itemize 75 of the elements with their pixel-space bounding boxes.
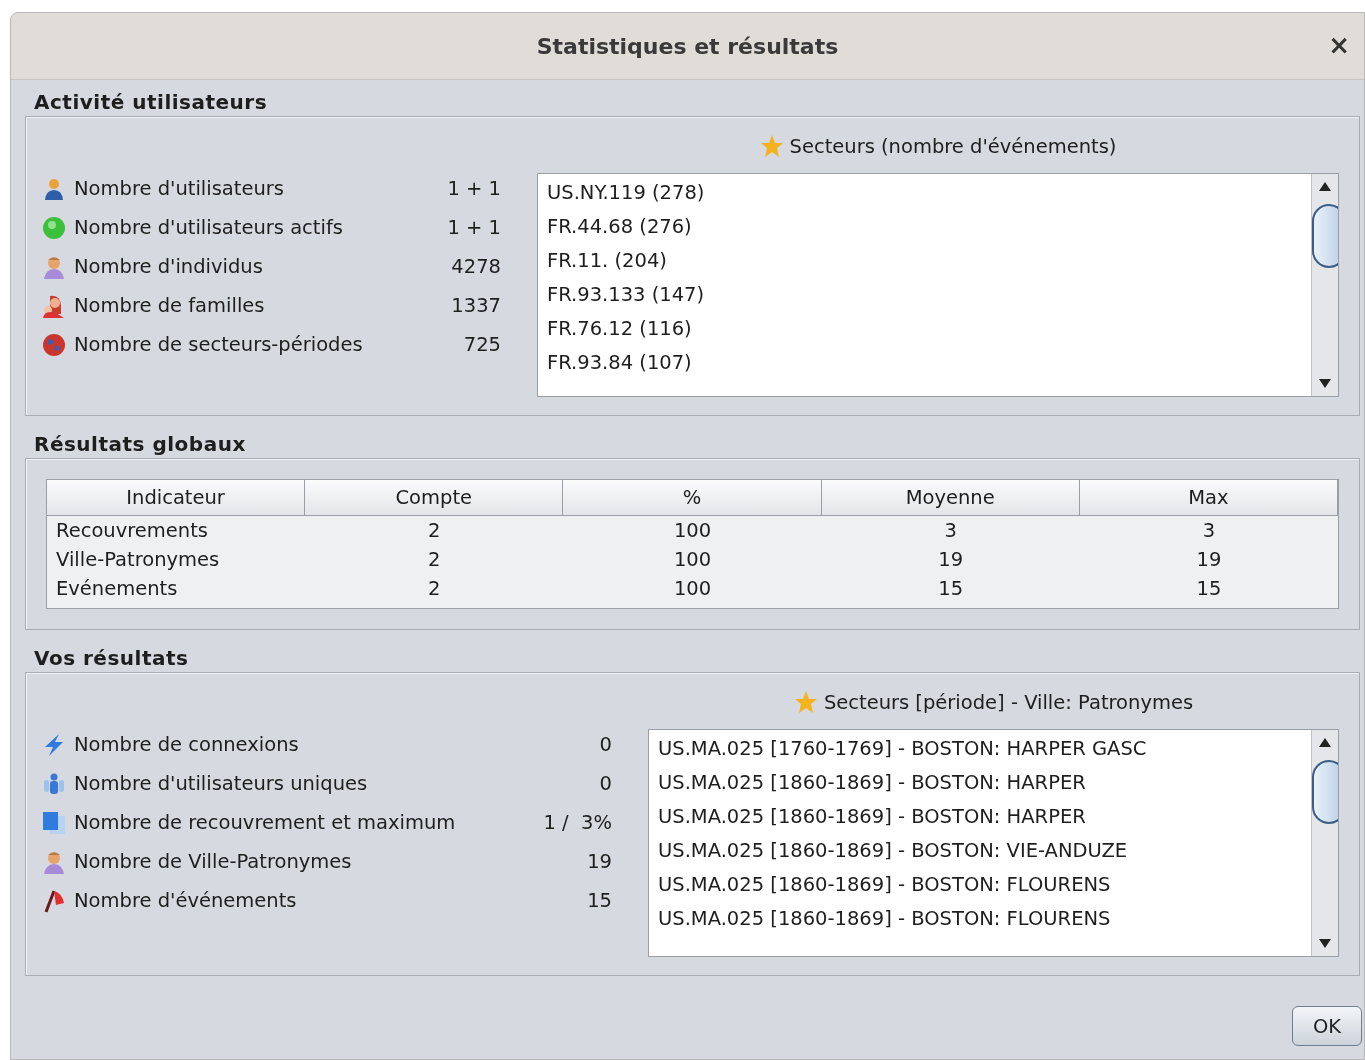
stat-label: Nombre de secteurs-périodes: [74, 333, 363, 356]
stat-value: 4278: [450, 254, 501, 280]
list-item[interactable]: FR.93.84 (107): [547, 346, 1302, 380]
scroll-thumb[interactable]: [1312, 204, 1338, 268]
stat-label: Nombre d'individus: [74, 255, 263, 278]
stat-label: Nombre d'utilisateurs uniques: [74, 772, 368, 795]
list-item[interactable]: FR.11. (204): [547, 244, 1302, 278]
globe-icon: [42, 332, 66, 357]
table-cell-text: 2: [427, 547, 442, 573]
table-cell-text: 15: [1195, 576, 1223, 602]
list-item[interactable]: FR.76.12 (116): [547, 312, 1302, 346]
list-title: Secteurs (nombre d'événements): [789, 134, 1117, 158]
table-cell-text: 3: [943, 518, 958, 544]
stat-value: 0: [598, 732, 612, 758]
table-cell-text: 100: [672, 576, 713, 602]
list-item[interactable]: US.MA.025 [1860-1869] - BOSTON: HARPER: [658, 800, 1302, 834]
window-title: Statistiques et résultats: [536, 33, 839, 59]
section-heading: Résultats globaux: [34, 432, 246, 456]
status-dot-icon: [42, 215, 66, 240]
stat-value: 1 / 3%: [543, 810, 612, 836]
list-item[interactable]: US.MA.025 [1860-1869] - BOSTON: VIE-ANDUZE: [658, 834, 1302, 868]
column-header: Compte: [305, 480, 564, 516]
person-icon: [42, 849, 66, 874]
stat-value: 1337: [450, 293, 501, 319]
table-cell-text: 15: [937, 576, 965, 602]
column-header: Moyenne: [821, 480, 1080, 516]
table-cell-text: Recouvrements: [55, 518, 209, 544]
stat-value: 1 + 1: [447, 215, 501, 241]
table-cell-text: 2: [427, 518, 442, 544]
list-item[interactable]: US.MA.025 [1860-1869] - BOSTON: FLOURENS: [658, 868, 1302, 902]
stat-label: Nombre de familles: [74, 294, 265, 317]
list-item[interactable]: US.MA.025 [1760-1769] - BOSTON: HARPER GASC: [658, 732, 1302, 766]
stat-value: 15: [586, 888, 612, 914]
stat-label: Nombre d'événements: [74, 889, 297, 912]
stat-label: Nombre d'utilisateurs: [74, 177, 284, 200]
list-item[interactable]: FR.93.133 (147): [547, 278, 1302, 312]
table-cell-text: Evénements: [55, 576, 179, 602]
table-cell-text: Ville-Patronymes: [55, 547, 221, 573]
stat-value: 1 + 1: [447, 176, 501, 202]
section-heading: Vos résultats: [34, 646, 189, 670]
list-item[interactable]: US.MA.025 [1860-1869] - BOSTON: FLOURENS: [658, 902, 1302, 936]
star-icon: [759, 134, 784, 158]
stat-label: Nombre de Ville-Patronymes: [74, 850, 352, 873]
ok-button[interactable]: OK: [1292, 1006, 1362, 1046]
stat-label: Nombre d'utilisateurs actifs: [74, 216, 343, 239]
stat-value: 725: [462, 332, 501, 358]
family-icon: [42, 293, 66, 318]
list-item[interactable]: US.NY.119 (278): [547, 176, 1302, 210]
squares-icon: [42, 810, 66, 835]
table-cell-text: 3: [1201, 518, 1217, 544]
list-item[interactable]: US.MA.025 [1860-1869] - BOSTON: HARPER: [658, 766, 1302, 800]
stat-value: 0: [598, 771, 612, 797]
column-header: Indicateur: [47, 480, 306, 516]
flag-icon: [42, 888, 66, 913]
column-header: Max: [1079, 480, 1338, 516]
scroll-thumb[interactable]: [1312, 760, 1338, 824]
scrollbar[interactable]: [1311, 730, 1338, 956]
list-item[interactable]: FR.44.68 (276): [547, 210, 1302, 244]
table-cell-text: 2: [427, 576, 442, 602]
table-cell-text: 19: [1195, 547, 1223, 573]
scrollbar[interactable]: [1311, 174, 1338, 396]
person-icon: [42, 254, 66, 279]
close-button[interactable]: ×: [1324, 33, 1354, 57]
stat-label: Nombre de connexions: [74, 733, 299, 756]
table-cell-text: 100: [672, 518, 713, 544]
star-icon: [793, 690, 818, 714]
list-title: Secteurs [période] - Ville: Patronymes: [823, 690, 1194, 714]
table-cell-text: 19: [937, 547, 965, 573]
stat-label: Nombre de recouvrement et maximum: [74, 811, 456, 834]
user-icon: [42, 176, 66, 201]
table-cell-text: 100: [672, 547, 713, 573]
stat-value: 19: [586, 849, 612, 875]
column-header: %: [563, 480, 822, 516]
people-icon: [42, 771, 66, 796]
section-heading: Activité utilisateurs: [34, 90, 268, 114]
